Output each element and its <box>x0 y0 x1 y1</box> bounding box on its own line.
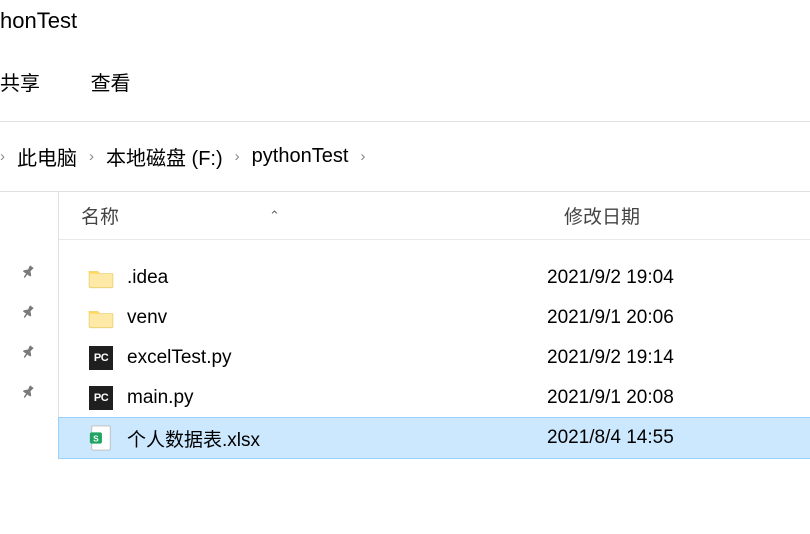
tab-view[interactable]: 查看 <box>91 73 131 95</box>
file-name: excelTest.py <box>127 347 547 369</box>
breadcrumb-item[interactable]: 本地磁盘 (F:) <box>106 142 223 171</box>
column-header-modified[interactable]: 修改日期 <box>564 202 810 229</box>
file-name: venv <box>127 307 547 329</box>
file-row[interactable]: .idea2021/9/2 19:04 <box>59 258 810 298</box>
file-list-panel: 名称 ⌃ 修改日期 .idea2021/9/2 19:04venv2021/9/… <box>58 192 810 458</box>
file-modified: 2021/9/1 20:06 <box>547 307 810 329</box>
window-title: honTest <box>0 0 810 42</box>
breadcrumb[interactable]: › 此电脑 › 本地磁盘 (F:) › pythonTest › <box>0 122 810 191</box>
file-name: .idea <box>127 267 547 289</box>
sort-caret-icon: ⌃ <box>269 208 280 224</box>
chevron-right-icon[interactable]: › <box>89 148 94 165</box>
pin-icon[interactable] <box>0 332 58 372</box>
folder-icon <box>88 307 114 329</box>
file-modified: 2021/8/4 14:55 <box>547 427 810 449</box>
pin-icon[interactable] <box>0 372 58 412</box>
pycharm-file-icon: PC <box>89 346 113 370</box>
file-modified: 2021/9/2 19:14 <box>547 347 810 369</box>
file-modified: 2021/9/1 20:08 <box>547 387 810 409</box>
file-row[interactable]: S 个人数据表.xlsx2021/8/4 14:55 <box>59 418 810 458</box>
chevron-right-icon[interactable]: › <box>0 148 5 165</box>
quick-access-pins <box>0 192 58 458</box>
breadcrumb-item[interactable]: 此电脑 <box>17 142 77 171</box>
column-header-name[interactable]: 名称 ⌃ <box>59 202 564 229</box>
file-list: .idea2021/9/2 19:04venv2021/9/1 20:06PCe… <box>59 240 810 458</box>
xlsx-file-icon: S <box>89 425 113 451</box>
pycharm-file-icon: PC <box>89 386 113 410</box>
breadcrumb-item[interactable]: pythonTest <box>252 145 349 168</box>
file-row[interactable]: venv2021/9/1 20:06 <box>59 298 810 338</box>
chevron-right-icon[interactable]: › <box>360 148 365 165</box>
file-modified: 2021/9/2 19:04 <box>547 267 810 289</box>
chevron-right-icon[interactable]: › <box>235 148 240 165</box>
pin-icon[interactable] <box>0 292 58 332</box>
file-name: main.py <box>127 387 547 409</box>
file-row[interactable]: PC main.py2021/9/1 20:08 <box>59 378 810 418</box>
tab-share[interactable]: 共享 <box>0 73 40 95</box>
content-area: 名称 ⌃ 修改日期 .idea2021/9/2 19:04venv2021/9/… <box>0 191 810 458</box>
file-name: 个人数据表.xlsx <box>127 425 547 452</box>
folder-icon <box>88 267 114 289</box>
file-row[interactable]: PC excelTest.py2021/9/2 19:14 <box>59 338 810 378</box>
column-headers: 名称 ⌃ 修改日期 <box>59 192 810 240</box>
pin-icon[interactable] <box>0 252 58 292</box>
ribbon-tabs: 共享 查看 <box>0 42 810 111</box>
svg-text:S: S <box>93 433 99 443</box>
